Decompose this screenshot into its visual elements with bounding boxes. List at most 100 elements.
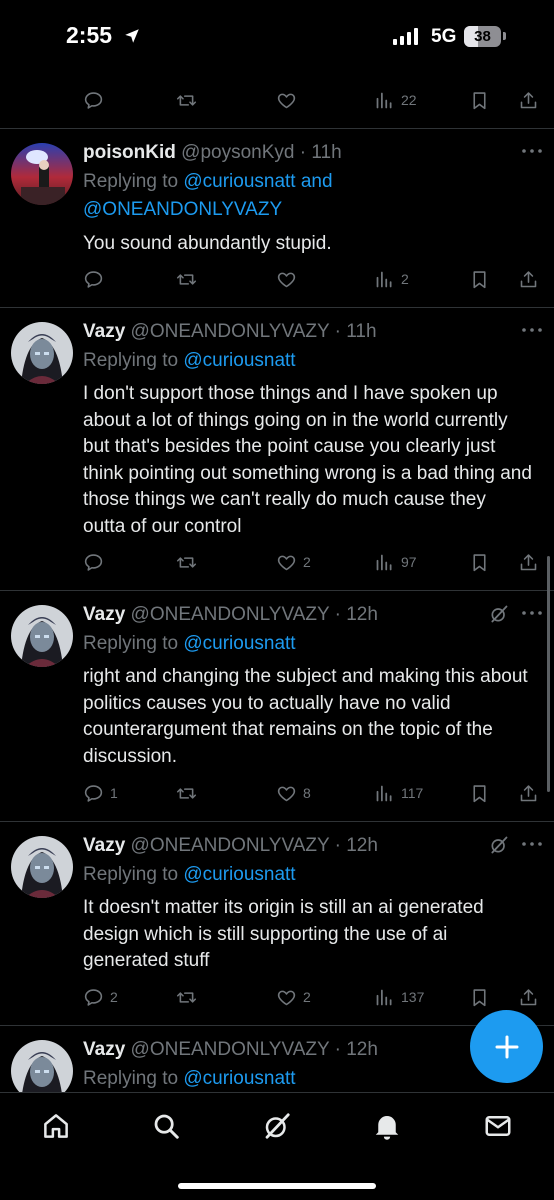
display-name[interactable]: Vazy — [83, 604, 125, 625]
tweet-header: Vazy @ONEANDONLYVAZY · 11h — [83, 319, 377, 345]
retweet-button[interactable] — [176, 542, 197, 582]
share-icon — [518, 783, 539, 804]
like-button[interactable] — [276, 80, 297, 120]
views-button[interactable]: 22 — [374, 80, 417, 120]
reply-button[interactable] — [83, 259, 104, 299]
reply-icon — [83, 552, 104, 573]
timestamp[interactable]: 12h — [346, 604, 378, 625]
reply-button[interactable]: 1 — [83, 773, 118, 813]
share-icon — [518, 987, 539, 1008]
timestamp[interactable]: 12h — [346, 1039, 378, 1060]
retweet-icon — [176, 269, 197, 290]
plus-icon — [495, 1035, 518, 1058]
tweet[interactable]: poisonKid @poysonKyd · 11h Replying to @… — [0, 140, 554, 306]
bookmark-icon — [469, 783, 490, 804]
handle[interactable]: @poysonKyd — [181, 142, 294, 163]
replying-prefix: Replying to — [83, 864, 184, 885]
like-button[interactable]: 8 — [276, 773, 311, 813]
like-button[interactable]: 2 — [276, 542, 311, 582]
timestamp[interactable]: 11h — [346, 321, 376, 342]
replying-prefix: Replying to — [83, 633, 184, 654]
bookmark-button[interactable] — [469, 773, 490, 813]
compose-button[interactable] — [470, 1010, 543, 1083]
avatar[interactable] — [11, 836, 73, 898]
share-button[interactable] — [518, 773, 539, 813]
views-button[interactable]: 97 — [374, 542, 417, 582]
views-button[interactable]: 137 — [374, 977, 424, 1017]
share-icon — [518, 552, 539, 573]
home-icon[interactable] — [41, 1111, 71, 1141]
bookmark-icon — [469, 269, 490, 290]
avatar[interactable] — [11, 322, 73, 384]
avatar[interactable] — [11, 605, 73, 667]
scrollbar[interactable] — [547, 556, 550, 792]
grok-icon[interactable] — [489, 835, 509, 855]
bookmark-button[interactable] — [469, 259, 490, 299]
replying-to: Replying to @curiousnatt — [83, 347, 296, 375]
handle[interactable]: @ONEANDONLYVAZY — [131, 835, 330, 856]
more-icon[interactable] — [520, 608, 544, 618]
grok-icon[interactable] — [489, 604, 509, 624]
retweet-button[interactable] — [176, 773, 197, 813]
reply-button[interactable]: 2 — [83, 977, 118, 1017]
display-name[interactable]: poisonKid — [83, 142, 176, 163]
mention-link[interactable]: @curiousnatt — [183, 1068, 295, 1089]
mention-link[interactable]: @ONEANDONLYVAZY — [83, 199, 282, 220]
retweet-button[interactable] — [176, 259, 197, 299]
more-icon[interactable] — [520, 325, 544, 335]
reply-button[interactable] — [83, 542, 104, 582]
handle[interactable]: @ONEANDONLYVAZY — [131, 321, 330, 342]
mention-link[interactable]: @curiousnatt and — [183, 171, 332, 192]
grok-icon[interactable] — [262, 1111, 292, 1141]
cellular-signal-icon — [393, 28, 418, 45]
tweet-actions: 2 2 137 — [0, 977, 554, 1017]
tweet-text: I don't support those things and I have … — [83, 383, 532, 537]
divider — [0, 307, 554, 308]
timestamp[interactable]: 11h — [311, 142, 341, 163]
divider — [0, 821, 554, 822]
views-button[interactable]: 2 — [374, 259, 409, 299]
status-bar: 2:55 5G 38 — [0, 0, 554, 72]
mention-link[interactable]: @curiousnatt — [183, 350, 295, 371]
home-indicator[interactable] — [178, 1183, 376, 1189]
handle[interactable]: @ONEANDONLYVAZY — [131, 604, 330, 625]
views-count: 2 — [401, 271, 409, 287]
mail-icon[interactable] — [483, 1111, 513, 1141]
reply-button[interactable] — [83, 80, 104, 120]
retweet-button[interactable] — [176, 80, 197, 120]
display-name[interactable]: Vazy — [83, 1039, 125, 1060]
divider — [0, 128, 554, 129]
bookmark-button[interactable] — [469, 542, 490, 582]
display-name[interactable]: Vazy — [83, 835, 125, 856]
share-button[interactable] — [518, 977, 539, 1017]
heart-icon — [276, 987, 297, 1008]
bookmark-button[interactable] — [469, 977, 490, 1017]
mention-link[interactable]: @curiousnatt — [183, 864, 295, 885]
display-name[interactable]: Vazy — [83, 321, 125, 342]
handle[interactable]: @ONEANDONLYVAZY — [131, 1039, 330, 1060]
mention-link[interactable]: @curiousnatt — [183, 633, 295, 654]
tweet[interactable]: Vazy @ONEANDONLYVAZY · 12h Replying to @… — [0, 833, 554, 1023]
retweet-button[interactable] — [176, 977, 197, 1017]
search-icon[interactable] — [151, 1111, 181, 1141]
share-button[interactable] — [518, 80, 539, 120]
more-icon[interactable] — [520, 146, 544, 156]
tweet[interactable]: Vazy @ONEANDONLYVAZY · 12h Replying to @… — [0, 602, 554, 812]
tweet[interactable]: Vazy @ONEANDONLYVAZY · 11h Replying to @… — [0, 319, 554, 579]
replying-to: Replying to @curiousnatt — [83, 630, 296, 658]
heart-icon — [276, 783, 297, 804]
timestamp[interactable]: 12h — [346, 835, 378, 856]
heart-icon — [276, 552, 297, 573]
share-button[interactable] — [518, 542, 539, 582]
avatar[interactable] — [11, 143, 73, 205]
more-icon[interactable] — [520, 839, 544, 849]
like-button[interactable]: 2 — [276, 977, 311, 1017]
location-arrow-icon — [125, 29, 139, 43]
bell-icon[interactable] — [372, 1111, 402, 1141]
replying-prefix: Replying to — [83, 171, 184, 192]
bookmark-button[interactable] — [469, 80, 490, 120]
share-button[interactable] — [518, 259, 539, 299]
views-button[interactable]: 117 — [374, 773, 423, 813]
like-button[interactable] — [276, 259, 297, 299]
retweet-icon — [176, 90, 197, 111]
